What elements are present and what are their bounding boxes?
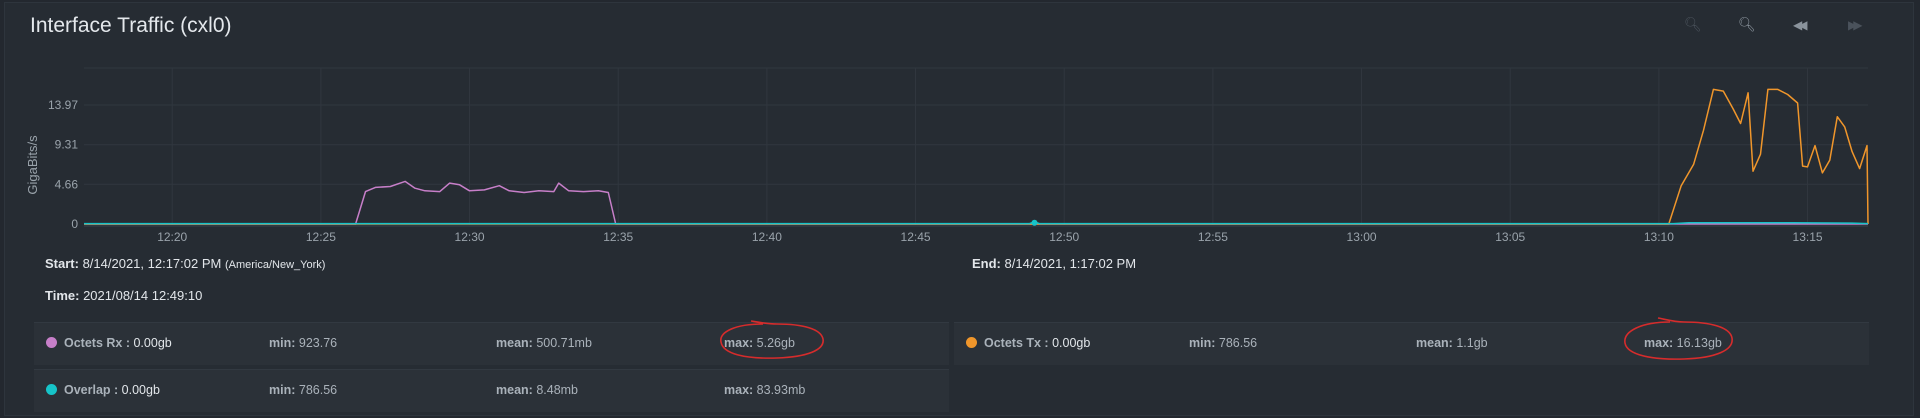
traffic-chart[interactable]: 0 4.66 9.31 13.97 12:20 12:25 12:30 12:35 12:40… xyxy=(0,0,1920,250)
end-info: End: 8/14/2021, 1:17:02 PM xyxy=(972,256,1136,271)
x-tick-label: 12:50 xyxy=(1049,230,1079,244)
mean-value: 1.1gb xyxy=(1456,336,1488,350)
mean-value: 8.48mb xyxy=(536,383,579,397)
max-value: 5.26gb xyxy=(756,336,795,350)
stats-octets-rx: Octets Rx : 0.00gb min: 923.76 mean: 500… xyxy=(34,322,949,365)
series-line-overlap xyxy=(84,221,1869,225)
x-tick-label: 13:00 xyxy=(1347,230,1377,244)
min-value: 786.56 xyxy=(1218,336,1258,350)
x-tick-label: 12:20 xyxy=(157,230,187,244)
mean-label: mean: xyxy=(1416,336,1453,350)
min-label: min: xyxy=(1189,336,1216,350)
series-current: 0.00gb xyxy=(1052,336,1091,350)
x-tick-label: 12:25 xyxy=(306,230,336,244)
series-legend-overlap[interactable]: Overlap : 0.00gb xyxy=(46,383,160,397)
series-dot-icon xyxy=(46,337,57,348)
series-name: Octets Tx : xyxy=(984,336,1049,350)
max-value: 16.13gb xyxy=(1676,336,1722,350)
time-value: 2021/08/14 12:49:10 xyxy=(83,288,203,303)
y-axis-title: GigaBits/s xyxy=(25,135,40,195)
end-value: 8/14/2021, 1:17:02 PM xyxy=(1004,256,1137,271)
mean-value: 500.71mb xyxy=(536,336,592,350)
start-info: Start: 8/14/2021, 12:17:02 PM (America/N… xyxy=(45,256,325,271)
x-tick-label: 12:30 xyxy=(455,230,485,244)
min-label: min: xyxy=(269,383,296,397)
chart-series xyxy=(84,88,1869,226)
series-dot-icon xyxy=(46,384,57,395)
end-label: End: xyxy=(972,256,1001,271)
series-line-octets-rx xyxy=(84,180,1868,225)
mean-label: mean: xyxy=(496,383,533,397)
y-tick-label: 0 xyxy=(71,217,78,231)
min-value: 923.76 xyxy=(298,336,338,350)
start-label: Start: xyxy=(45,256,79,271)
x-tick-label: 12:40 xyxy=(752,230,782,244)
min-value: 786.56 xyxy=(298,383,338,397)
series-legend-tx[interactable]: Octets Tx : 0.00gb xyxy=(966,336,1090,350)
hover-point-marker xyxy=(1031,219,1038,226)
stats-octets-tx: Octets Tx : 0.00gb min: 786.56 mean: 1.1… xyxy=(954,322,1869,365)
mean-label: mean: xyxy=(496,336,533,350)
min-label: min: xyxy=(269,336,296,350)
max-label: max: xyxy=(1644,336,1674,350)
x-tick-label: 12:55 xyxy=(1198,230,1228,244)
x-tick-label: 12:35 xyxy=(603,230,633,244)
series-current: 0.00gb xyxy=(133,336,172,350)
series-dot-icon xyxy=(966,337,977,348)
start-value: 8/14/2021, 12:17:02 PM xyxy=(82,256,222,271)
x-tick-label: 13:05 xyxy=(1495,230,1525,244)
series-name: Octets Rx : xyxy=(64,336,130,350)
y-tick-label: 9.31 xyxy=(55,138,79,152)
y-tick-label: 4.66 xyxy=(55,177,79,191)
series-line-octets-tx xyxy=(84,88,1869,225)
x-tick-label: 13:10 xyxy=(1644,230,1674,244)
max-value: 83.93mb xyxy=(756,383,806,397)
time-info: Time: 2021/08/14 12:49:10 xyxy=(45,288,202,303)
start-timezone: (America/New_York) xyxy=(224,259,326,271)
time-label: Time: xyxy=(45,288,80,303)
y-axis-ticks: 0 4.66 9.31 13.97 xyxy=(48,98,78,231)
y-tick-label: 13.97 xyxy=(48,98,78,112)
series-name: Overlap : xyxy=(64,383,119,397)
x-tick-label: 13:15 xyxy=(1793,230,1823,244)
x-axis-ticks: 12:20 12:25 12:30 12:35 12:40 12:45 12:50 12:55… xyxy=(157,230,1823,244)
series-current: 0.00gb xyxy=(121,383,160,397)
chart-grid xyxy=(84,67,1868,227)
series-legend-rx[interactable]: Octets Rx : 0.00gb xyxy=(46,336,172,350)
x-tick-label: 12:45 xyxy=(901,230,931,244)
stats-overlap: Overlap : 0.00gb min: 786.56 mean: 8.48m… xyxy=(34,369,949,412)
max-label: max: xyxy=(724,336,754,350)
max-label: max: xyxy=(724,383,754,397)
